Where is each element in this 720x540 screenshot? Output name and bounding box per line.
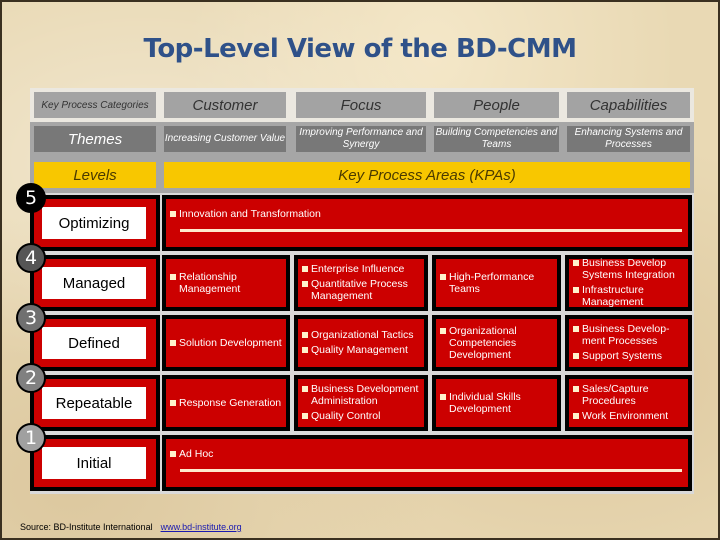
category-customer: Customer [164, 92, 286, 118]
kpa-item: High-Performance Teams [440, 271, 553, 295]
kpa-item: Organizational Competencies Development [440, 325, 553, 361]
kpa-cell: Business Develop Systems Integration Infr… [565, 255, 692, 311]
kpa-item: Solution Development [170, 337, 282, 349]
kpa-item: Enterprise Influence [302, 263, 420, 275]
level-name: Optimizing [42, 207, 146, 239]
kpa-list: Innovation and Transformation [170, 207, 684, 222]
level-row-5: Optimizing [30, 195, 160, 251]
kpa-item: Quality Control [302, 410, 420, 422]
kpa-list: Business Development Administration Quali… [302, 375, 420, 431]
levels-header-row: Levels Key Process Areas (KPAs) [30, 158, 694, 193]
kpa-item: Business Develop Systems Integration [573, 257, 684, 281]
kpa-item: Work Environment [573, 410, 684, 422]
level-name: Repeatable [42, 387, 146, 419]
kpa-list: Organizational Competencies Development [440, 315, 553, 371]
categories-label: Key Process Categories [34, 92, 156, 118]
themes-row: Themes Increasing Customer Value Improvi… [30, 122, 694, 158]
kpa-cell: Organizational Competencies Development [432, 315, 561, 371]
level-number-badge: 5 [16, 183, 46, 213]
levels-label: Levels [34, 162, 156, 188]
kpa-cell: Individual Skills Development [432, 375, 561, 431]
level-number-badge: 3 [16, 303, 46, 333]
kpa-cell: Solution Development [162, 315, 290, 371]
categories-row: Key Process Categories Customer Focus Pe… [30, 88, 694, 122]
level-number-badge: 4 [16, 243, 46, 273]
bd-cmm-table: Key Process Categories Customer Focus Pe… [30, 88, 694, 494]
kpa-item: Business Develop-ment Processes [573, 323, 684, 347]
kpa-item: Quantitative Process Management [302, 278, 420, 302]
theme-competencies: Building Competencies and Teams [434, 126, 559, 152]
kpa-item: Relationship Management [170, 271, 282, 295]
kpa-cell: Innovation and Transformation [162, 195, 692, 251]
kpa-list: Enterprise Influence Quantitative Process… [302, 255, 420, 311]
kpa-list: Ad Hoc [170, 447, 684, 462]
source-note: Source: BD-Institute International www.bd… [20, 522, 242, 532]
source-link[interactable]: www.bd-institute.org [161, 522, 242, 532]
kpa-item: Ad Hoc [170, 448, 684, 460]
kpa-cell: High-Performance Teams [432, 255, 561, 311]
kpa-list: Organizational Tactics Quality Management [302, 315, 420, 371]
level-name: Initial [42, 447, 146, 479]
kpa-span-underline [180, 469, 682, 472]
kpa-span-underline [180, 229, 682, 232]
kpa-item: Organizational Tactics [302, 329, 420, 341]
kpa-item: Innovation and Transformation [170, 208, 684, 220]
level-row-2: Repeatable [30, 375, 160, 431]
level-row-4: Managed [30, 255, 160, 311]
kpa-list: Individual Skills Development [440, 375, 553, 431]
kpa-list: High-Performance Teams [440, 255, 553, 311]
level-row-3: Defined [30, 315, 160, 371]
kpa-list: Sales/Capture Procedures Work Environment [573, 375, 684, 431]
kpa-item: Business Development Administration [302, 383, 420, 407]
level-name: Managed [42, 267, 146, 299]
kpa-cell: Organizational Tactics Quality Management [294, 315, 428, 371]
kpa-list: Relationship Management [170, 255, 282, 311]
kpa-list: Response Generation [170, 375, 282, 431]
theme-performance: Improving Performance and Synergy [296, 126, 426, 152]
kpa-list: Business Develop-ment Processes Support S… [573, 315, 684, 371]
kpa-cell: Ad Hoc [162, 435, 692, 491]
theme-systems: Enhancing Systems and Processes [567, 126, 690, 152]
level-name: Defined [42, 327, 146, 359]
kpas-label: Key Process Areas (KPAs) [164, 162, 690, 188]
kpa-item: Sales/Capture Procedures [573, 383, 684, 407]
kpa-list: Solution Development [170, 315, 282, 371]
level-number-badge: 2 [16, 363, 46, 393]
level-row-1: Initial [30, 435, 160, 491]
kpa-cell: Sales/Capture Procedures Work Environment [565, 375, 692, 431]
themes-label: Themes [34, 126, 156, 152]
category-people: People [434, 92, 559, 118]
theme-customer-value: Increasing Customer Value [164, 126, 286, 152]
kpa-cell: Response Generation [162, 375, 290, 431]
slide-title: Top-Level View of the BD-CMM [143, 34, 577, 64]
kpa-item: Infrastructure Management [573, 284, 684, 308]
kpa-cell: Relationship Management [162, 255, 290, 311]
level-number-badge: 1 [16, 423, 46, 453]
category-focus: Focus [296, 92, 426, 118]
source-text: Source: BD-Institute International [20, 522, 153, 532]
kpa-item: Individual Skills Development [440, 391, 553, 415]
category-capabilities: Capabilities [567, 92, 690, 118]
kpa-cell: Business Development Administration Quali… [294, 375, 428, 431]
kpa-cell: Business Develop-ment Processes Support S… [565, 315, 692, 371]
kpa-item: Support Systems [573, 350, 684, 362]
kpa-item: Quality Management [302, 344, 420, 356]
kpa-cell: Enterprise Influence Quantitative Process… [294, 255, 428, 311]
kpa-item: Response Generation [170, 397, 282, 409]
kpa-list: Business Develop Systems Integration Infr… [573, 255, 684, 311]
